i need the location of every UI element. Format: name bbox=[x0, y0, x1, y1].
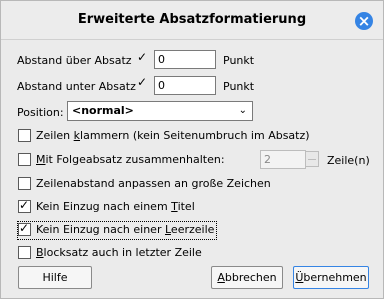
help-button[interactable]: Hilfe bbox=[18, 266, 92, 289]
space-below-input[interactable]: 0 bbox=[154, 76, 216, 95]
keep-next-checkbox[interactable] bbox=[18, 153, 31, 166]
cancel-button[interactable]: Abbrechen bbox=[211, 266, 283, 289]
space-below-label: Abstand unter Absatz bbox=[17, 80, 136, 93]
keep-lines-label: Zeilen klammern (kein Seitenumbruch im A… bbox=[36, 129, 310, 142]
no-indent-blank-label: Kein Einzug nach einer Leerzeile bbox=[36, 223, 215, 236]
titlebar: Erweiterte Absatzformatierung × bbox=[1, 1, 383, 40]
apply-button[interactable]: Übernehmen bbox=[293, 266, 369, 289]
close-icon[interactable]: × bbox=[355, 12, 373, 30]
advanced-paragraph-dialog: Erweiterte Absatzformatierung × Abstand … bbox=[0, 0, 384, 299]
no-indent-title-checkbox[interactable] bbox=[18, 198, 31, 213]
no-indent-title-label: Kein Einzug nach einem Titel bbox=[36, 200, 195, 213]
adjust-spacing-label: Zeilenabstand anpassen an große Zeichen bbox=[36, 177, 271, 190]
dialog-title: Erweiterte Absatzformatierung bbox=[77, 12, 307, 27]
justify-last-checkbox[interactable] bbox=[18, 246, 31, 259]
position-select-value: <normal> bbox=[72, 104, 134, 117]
keep-next-lines-input[interactable]: 2 bbox=[260, 150, 306, 169]
space-below-unit: Punkt bbox=[223, 80, 255, 93]
space-above-label: Abstand über Absatz bbox=[17, 54, 132, 67]
justify-last-label: Blocksatz auch in letzter Zeile bbox=[36, 246, 202, 259]
keep-next-unit: Zeile(n) bbox=[327, 154, 370, 167]
space-below-checkbox[interactable] bbox=[137, 75, 148, 89]
chevron-down-icon: ⌄ bbox=[238, 105, 247, 116]
no-indent-blank-checkbox[interactable] bbox=[18, 221, 31, 236]
adjust-spacing-checkbox[interactable] bbox=[18, 177, 31, 190]
space-above-unit: Punkt bbox=[223, 54, 255, 67]
position-label: Position: bbox=[17, 106, 64, 119]
keep-lines-checkbox[interactable] bbox=[18, 129, 31, 142]
space-above-checkbox[interactable] bbox=[137, 50, 148, 64]
keep-next-label: Mit Folgeabsatz zusammenhalten: bbox=[36, 153, 225, 166]
position-select[interactable]: <normal> ⌄ bbox=[67, 101, 253, 121]
spin-button[interactable] bbox=[305, 151, 319, 167]
space-above-input[interactable]: 0 bbox=[154, 50, 216, 69]
